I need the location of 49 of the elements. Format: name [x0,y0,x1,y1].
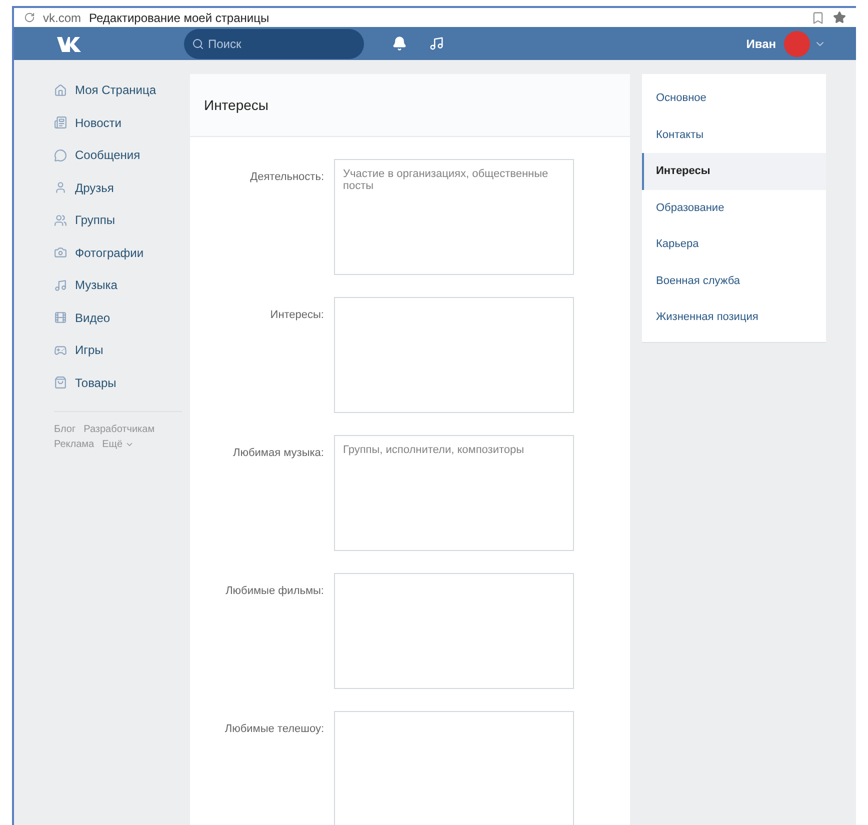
menu-tab[interactable]: Основное [642,80,826,116]
field-label: Интересы: [269,308,324,323]
menu-icon [54,181,67,194]
field-label: Любимые телешоу: [224,722,324,737]
panel-title: Интересы [190,74,630,137]
field-label: Деятельность: [249,170,324,185]
text-area[interactable] [334,573,574,689]
sidebar-item[interactable]: Друзья [54,172,190,204]
menu-icon [54,246,67,260]
bookmark-icon[interactable] [811,10,825,25]
sidebar-item[interactable]: Группы [54,204,190,236]
menu-icon [54,214,67,227]
page-title: Редактирование моей страницы [89,10,270,25]
music-note-icon[interactable] [429,36,444,52]
reload-icon[interactable] [24,12,35,24]
sidebar-item[interactable]: Моя Страница [54,74,190,106]
menu-tab[interactable]: Контакты [642,116,826,153]
search-icon [192,38,204,50]
sidebar-item[interactable]: Новости [54,106,190,139]
chevron-down-icon [124,440,134,449]
menu-tab[interactable]: Карьера [642,226,826,262]
text-area[interactable] [334,297,574,413]
sidebar-item[interactable]: Товары [54,366,190,399]
sidebar-item[interactable]: Сообщения [54,139,190,172]
sidebar-item[interactable]: Игры [54,334,190,366]
sidebar-item[interactable]: Музыка [54,269,190,302]
menu-tab[interactable]: Интересы [642,153,826,190]
browser-address-bar[interactable]: vk.com Редактирование моей страницы [14,8,856,28]
menu-tab[interactable]: Образование [642,190,826,226]
menu-icon [54,376,67,390]
menu-tab[interactable]: Военная служба [642,262,826,299]
menu-icon [54,84,67,97]
sidebar-item[interactable]: Видео [54,302,190,334]
menu-tab[interactable]: Жизненная позиция [642,299,826,336]
menu-icon [54,278,67,292]
sidebar-item[interactable]: Фотографии [54,236,190,269]
field-label: Любимая музыка: [232,446,324,461]
menu-icon [54,116,67,130]
star-icon[interactable] [833,11,846,24]
url-domain: vk.com [43,10,82,25]
search-field[interactable]: Поиск [184,28,364,59]
text-area[interactable]: Группы, исполнители, композиторы [334,435,574,551]
menu-icon [54,148,67,162]
user-name[interactable]: Иван [746,36,776,51]
menu-icon [54,344,67,357]
field-label: Любимые фильмы: [224,584,324,599]
text-area[interactable]: Участие в организациях, общественные посты [334,159,574,275]
bell-icon[interactable] [392,36,407,52]
menu-icon [54,311,67,324]
